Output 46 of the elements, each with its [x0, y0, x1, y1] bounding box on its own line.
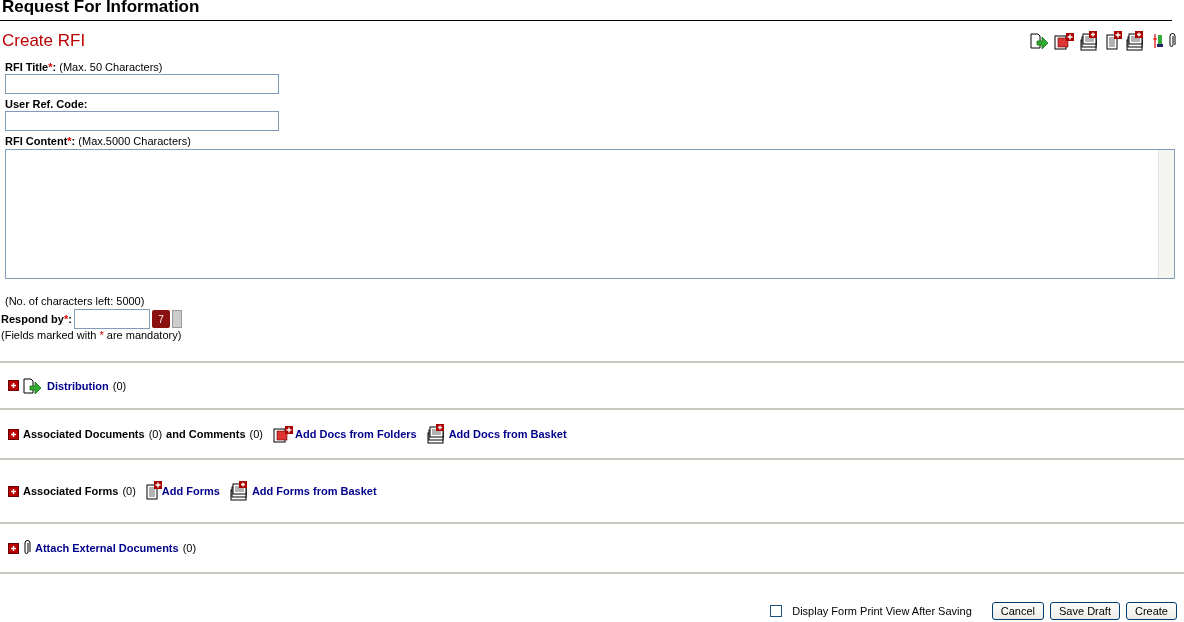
checkbox[interactable] — [770, 605, 783, 617]
field-label: User Ref. Code: — [5, 98, 89, 110]
item-count: (0) — [122, 485, 136, 497]
paperclip-icon[interactable] — [23, 540, 31, 556]
item-count: (0) — [182, 542, 197, 554]
input-field[interactable] — [5, 111, 279, 131]
section-title: Associated Forms — [23, 485, 119, 497]
settings-icon[interactable] — [1152, 33, 1164, 49]
form-button[interactable]: Cancel — [991, 602, 1044, 620]
field-label: RFI Content*: (Max.5000 Characters) — [5, 135, 192, 147]
dropdown-button[interactable] — [171, 310, 182, 328]
add-link[interactable]: Add Forms from Basket — [251, 485, 377, 497]
section-title: Associated Documents — [23, 428, 145, 440]
expand-icon[interactable] — [8, 542, 19, 554]
item-count: (0) — [249, 428, 264, 440]
field-label: Respond by*: — [1, 313, 72, 325]
expand-icon[interactable] — [8, 428, 19, 440]
document-arrow-icon[interactable] — [1030, 32, 1050, 50]
mandatory-note: (Fields marked with * are mandatory) — [1, 329, 183, 341]
section-link[interactable]: Attach External Documents — [35, 542, 179, 554]
checkbox-label: Display Form Print View After Saving — [792, 605, 972, 617]
form-title: Create RFI — [2, 31, 86, 51]
add-link[interactable]: Add Docs from Folders — [295, 428, 417, 440]
section-link[interactable]: Distribution — [47, 379, 109, 392]
input-field[interactable] — [5, 74, 279, 94]
expand-icon[interactable] — [8, 380, 19, 391]
section-title: and Comments — [166, 428, 246, 440]
expand-icon[interactable] — [8, 485, 19, 497]
form-button[interactable]: Save Draft — [1050, 602, 1120, 620]
paperclip-icon[interactable] — [1168, 33, 1176, 49]
document-add-icon[interactable] — [1054, 32, 1076, 50]
field-label: RFI Title*: (Max. 50 Characters) — [5, 61, 164, 73]
characters-left-note: (No. of characters left: 5000) — [5, 295, 146, 307]
item-count: (0) — [148, 428, 163, 440]
content-field[interactable] — [5, 149, 1175, 279]
document-add-icon[interactable] — [1106, 31, 1122, 51]
document-add-icon[interactable] — [145, 481, 162, 501]
document-add-icon[interactable] — [273, 425, 296, 443]
date-field[interactable] — [73, 309, 150, 329]
document-arrow-icon[interactable] — [23, 376, 43, 395]
form-button[interactable]: Create — [1125, 602, 1177, 620]
page-title: Request For Information — [2, 0, 200, 16]
item-count: (0) — [112, 379, 127, 392]
add-link[interactable]: Add Docs from Basket — [448, 428, 567, 440]
calendar-button[interactable]: 7 — [151, 310, 170, 328]
add-link[interactable]: Add Forms — [161, 485, 220, 497]
